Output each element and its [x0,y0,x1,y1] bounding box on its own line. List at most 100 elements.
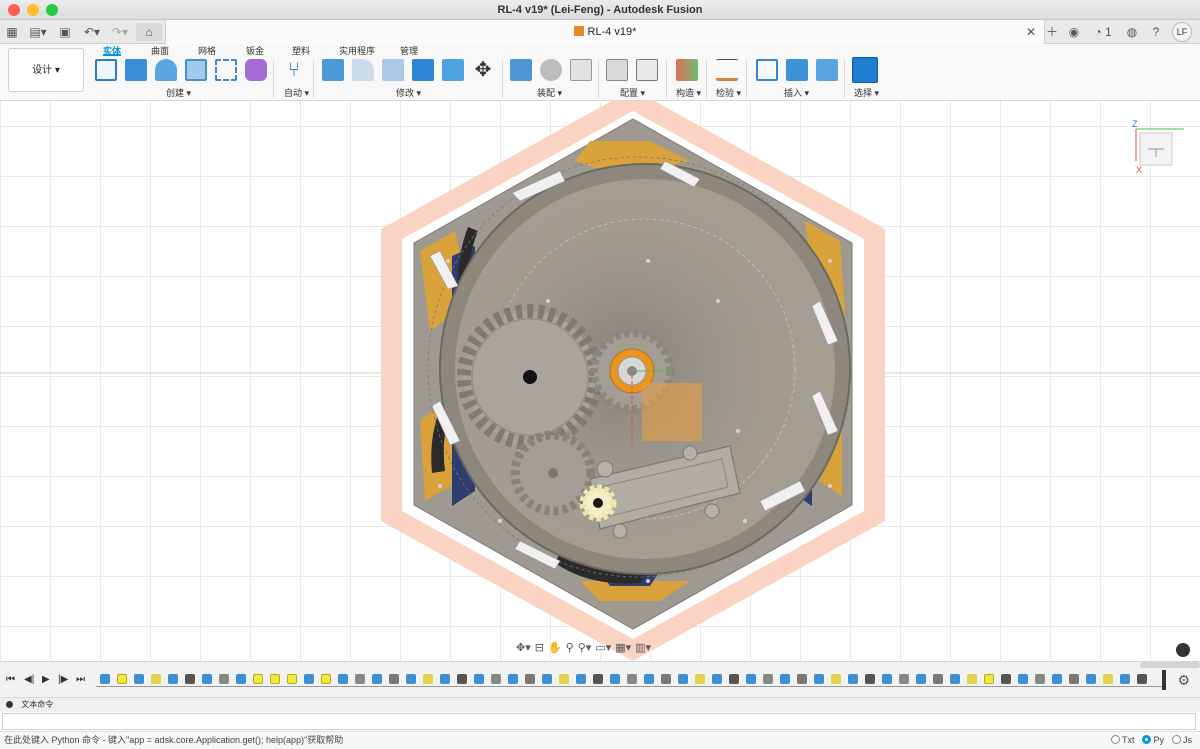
group-insert[interactable]: 插入 ▾ [784,86,809,99]
viewports-icon[interactable]: ▥▾ [635,641,651,659]
timeline-feature-icon[interactable] [525,674,535,684]
timeline-feature-icon[interactable] [321,674,331,684]
timeline-feature-icon[interactable] [372,674,382,684]
new-component-tool[interactable] [510,59,532,81]
timeline-feature-icon[interactable] [338,674,348,684]
extrude-tool[interactable] [125,59,147,81]
timeline-feature-icon[interactable] [1120,674,1130,684]
timeline-feature-icon[interactable] [746,674,756,684]
new-tab-icon[interactable]: ＋ [1043,23,1061,41]
minimize-window-button[interactable] [27,4,39,16]
tab-plastic[interactable]: 塑料 [292,44,310,56]
insert-derive-tool[interactable] [756,59,778,81]
revolve-tool[interactable] [155,59,177,81]
insert-mcmaster-tool[interactable] [786,59,808,81]
go-to-end-icon[interactable]: ⏭ [76,674,85,685]
timeline-feature-icon[interactable] [712,674,722,684]
timeline-feature-icon[interactable] [610,674,620,684]
timeline-feature-icon[interactable] [865,674,875,684]
document-tab[interactable]: RL-4 v19* ✕ [165,20,1045,44]
tab-utilities[interactable]: 实用程序 [339,44,375,56]
timeline-feature-icon[interactable] [491,674,501,684]
timeline-feature-icon[interactable] [661,674,671,684]
panel-toggle-icon[interactable] [6,701,13,708]
timeline-feature-icon[interactable] [729,674,739,684]
redo-icon[interactable]: ↷▾ [110,23,130,41]
step-forward-icon[interactable]: |▶ [58,674,68,685]
close-tab-icon[interactable]: ✕ [1026,20,1036,44]
timeline-feature-icon[interactable] [508,674,518,684]
grid-snaps-icon[interactable]: ▦▾ [615,641,631,659]
look-at-icon[interactable]: ⊟ [535,641,544,659]
display-settings-icon[interactable]: ▭▾ [595,641,611,659]
timeline-feature-icon[interactable] [474,674,484,684]
chamfer-tool[interactable] [382,59,404,81]
radio-js[interactable] [1172,735,1181,744]
group-assemble[interactable]: 装配 ▾ [537,86,562,99]
offset-plane-tool[interactable] [676,59,698,81]
config-table-tool[interactable] [636,59,658,81]
timeline-feature-icon[interactable] [1069,674,1079,684]
save-icon[interactable]: ▣ [58,23,72,41]
configure-tool[interactable] [606,59,628,81]
timeline-feature-icon[interactable] [644,674,654,684]
feedback-icon[interactable] [1176,643,1190,657]
lang-option-js[interactable]: Js [1172,732,1192,749]
medium-gear[interactable] [510,430,596,516]
notifications-icon[interactable]: ◍ [1124,23,1140,41]
timeline-track[interactable] [96,670,1166,690]
insert-canvas-tool[interactable] [816,59,838,81]
group-automate[interactable]: 自动 ▾ [284,86,309,99]
step-back-icon[interactable]: ◀| [24,674,34,685]
group-select[interactable]: 选择 ▾ [854,86,879,99]
extensions-icon[interactable]: ◉ [1066,23,1082,41]
timeline-feature-icon[interactable] [542,674,552,684]
timeline-marker[interactable] [1162,670,1166,690]
timeline-scrollbar[interactable] [1140,662,1200,668]
pan-icon[interactable]: ✋ [548,641,562,659]
shell-tool[interactable] [442,59,464,81]
timeline-feature-icon[interactable] [117,674,127,684]
tab-manage[interactable]: 管理 [400,44,418,56]
model-view[interactable] [0,101,1200,661]
radio-txt[interactable] [1110,735,1120,744]
tab-mesh[interactable]: 网格 [198,44,216,56]
tab-solid[interactable]: 实体 [103,44,122,56]
group-configure[interactable]: 配置 ▾ [620,86,645,99]
group-modify[interactable]: 修改 ▾ [396,86,421,99]
viewport-canvas[interactable]: Z X ✥▾ ⊟ ✋ ⚲ ⚲▾ ▭▾ ▦▾ ▥▾ [0,101,1200,661]
python-command-input[interactable] [2,713,1196,730]
timeline-feature-icon[interactable] [202,674,212,684]
fillet-tool[interactable] [352,59,374,81]
press-pull-tool[interactable] [322,59,344,81]
combine-tool[interactable] [412,59,434,81]
timeline-feature-icon[interactable] [253,674,263,684]
move-copy-icon[interactable]: ✥ [472,59,494,81]
grid-apps-icon[interactable]: ▦ [4,23,20,41]
go-to-start-icon[interactable]: ⏮ [6,674,15,685]
timeline-feature-icon[interactable] [695,674,705,684]
timeline-feature-icon[interactable] [916,674,926,684]
timeline-feature-icon[interactable] [899,674,909,684]
timeline-feature-icon[interactable] [304,674,314,684]
timeline-feature-icon[interactable] [355,674,365,684]
timeline-feature-icon[interactable] [559,674,569,684]
timeline-feature-icon[interactable] [134,674,144,684]
timeline-feature-icon[interactable] [236,674,246,684]
measure-tool[interactable] [716,59,738,81]
radio-py[interactable] [1142,735,1152,744]
workspace-selector[interactable]: 设计 ▾ [8,48,84,92]
timeline-feature-icon[interactable] [406,674,416,684]
timeline-feature-icon[interactable] [593,674,603,684]
timeline-feature-icon[interactable] [797,674,807,684]
play-icon[interactable]: ▶ [42,674,50,685]
group-inspect[interactable]: 检验 ▾ [716,86,741,99]
lang-option-py[interactable]: Py [1142,732,1164,749]
timeline-feature-icon[interactable] [1018,674,1028,684]
timeline-feature-icon[interactable] [848,674,858,684]
lang-option-txt[interactable]: Txt [1110,732,1134,749]
timeline-feature-icon[interactable] [967,674,977,684]
timeline-feature-icon[interactable] [151,674,161,684]
close-window-button[interactable] [8,4,20,16]
timeline-feature-icon[interactable] [440,674,450,684]
